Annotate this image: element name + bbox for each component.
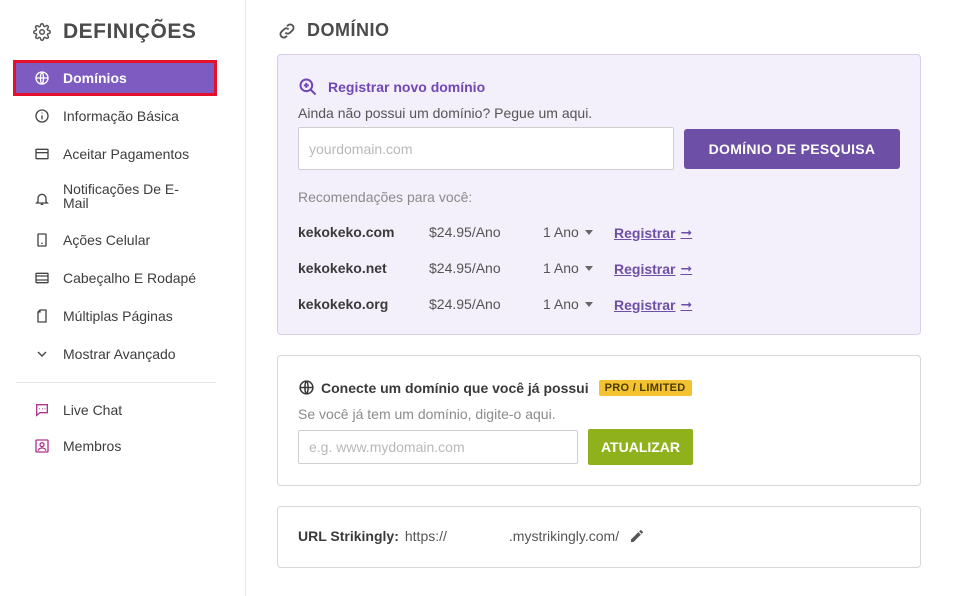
- sidebar-item-mobile-actions[interactable]: Ações Celular: [16, 225, 216, 255]
- list-item: kekokeko.net $24.95/Ano 1 Ano Registrar ➞: [298, 260, 898, 280]
- domain-price: $24.95/Ano: [429, 296, 501, 312]
- chevron-down-icon: [33, 345, 51, 363]
- domain-price: $24.95/Ano: [429, 260, 501, 276]
- domain-price: $24.95/Ano: [429, 224, 501, 240]
- search-plus-icon: [299, 78, 317, 96]
- list-item: kekokeko.org $24.95/Ano 1 Ano Registrar ➞: [298, 296, 898, 316]
- bell-icon: [33, 190, 51, 208]
- register-link-label: Registrar: [614, 224, 676, 241]
- sidebar-item-multiple-pages[interactable]: Múltiplas Páginas: [16, 301, 216, 331]
- sidebar-item-label: Notificações De E-Mail: [63, 181, 179, 211]
- pages-icon: [33, 307, 51, 325]
- sidebar-item-show-advanced[interactable]: Mostrar Avançado: [16, 339, 216, 369]
- sidebar-item-header-footer[interactable]: Cabeçalho E Rodapé: [16, 263, 216, 293]
- term-select[interactable]: 1 Ano: [543, 296, 593, 312]
- register-link-label: Registrar: [614, 296, 676, 313]
- mobile-icon: [33, 231, 51, 249]
- caret-down-icon: [584, 265, 593, 271]
- sidebar: DEFINIÇÕES Domínios Informação Básica Ac…: [0, 0, 246, 596]
- sidebar-item-payments[interactable]: Aceitar Pagamentos: [16, 139, 216, 169]
- term-select[interactable]: 1 Ano: [543, 224, 593, 240]
- sidebar-item-label: Mostrar Avançado: [63, 346, 176, 362]
- url-prefix: https://: [404, 528, 447, 544]
- search-domain-button[interactable]: DOMÍNIO DE PESQUISA: [684, 129, 900, 169]
- sidebar-item-label: Informação Básica: [63, 108, 179, 124]
- register-link-label: Registrar: [614, 260, 676, 277]
- connect-subtitle: Se você já tem um domínio, digite-o aqui…: [298, 406, 556, 422]
- pencil-icon[interactable]: [629, 528, 645, 544]
- caret-down-icon: [584, 301, 593, 307]
- sidebar-item-basic-info[interactable]: Informação Básica: [16, 101, 216, 131]
- register-domain-card: Registrar novo domínio Ainda não possui …: [277, 54, 921, 335]
- page-title-row: DOMÍNIO: [277, 20, 390, 41]
- globe-icon: [33, 69, 51, 87]
- caret-down-icon: [584, 229, 593, 235]
- connect-heading: Conecte um domínio que você já possui: [321, 379, 589, 396]
- sidebar-item-label: Aceitar Pagamentos: [63, 146, 190, 162]
- term-value: 1 Ano: [543, 224, 579, 240]
- sidebar-item-domains[interactable]: Domínios: [13, 60, 217, 96]
- arrow-right-icon: ➞: [680, 224, 693, 240]
- register-heading-row: Registrar novo domínio: [298, 77, 485, 97]
- sidebar-item-live-chat[interactable]: Live Chat: [16, 395, 216, 425]
- custom-domain-input[interactable]: [298, 430, 578, 464]
- strikingly-url-card: URL Strikingly: https:// .mystrikingly.c…: [277, 506, 921, 568]
- url-subdomain-redacted: [446, 529, 509, 543]
- recommended-domain: kekokeko.org: [298, 296, 389, 312]
- arrow-right-icon: ➞: [680, 260, 693, 276]
- sidebar-item-label: Ações Celular: [63, 232, 151, 248]
- sidebar-item-members[interactable]: Membros: [16, 431, 216, 461]
- register-link[interactable]: Registrar ➞: [614, 224, 692, 241]
- header-footer-icon: [33, 269, 51, 287]
- sidebar-item-label: Live Chat: [63, 402, 123, 418]
- settings-header: DEFINIÇÕES: [33, 20, 196, 44]
- term-select[interactable]: 1 Ano: [543, 260, 593, 276]
- register-link[interactable]: Registrar ➞: [614, 296, 692, 313]
- recommendations-label: Recomendações para você:: [298, 189, 473, 205]
- recommended-domain: kekokeko.com: [298, 224, 395, 240]
- page-title: DOMÍNIO: [307, 20, 390, 40]
- chat-icon: [33, 401, 51, 419]
- member-icon: [33, 437, 51, 455]
- info-icon: [33, 107, 51, 125]
- sidebar-item-email-notifications[interactable]: Notificações De E-Mail: [16, 182, 216, 216]
- connect-domain-card: Conecte um domínio que você já possui PR…: [277, 355, 921, 486]
- connect-heading-row: Conecte um domínio que você já possui PR…: [298, 379, 692, 396]
- gear-icon: [33, 23, 51, 41]
- sidebar-item-label: Domínios: [63, 70, 127, 86]
- url-suffix: .mystrikingly.com/: [508, 528, 620, 544]
- link-icon: [279, 23, 295, 38]
- term-value: 1 Ano: [543, 296, 579, 312]
- settings-title: DEFINIÇÕES: [63, 20, 197, 43]
- term-value: 1 Ano: [543, 260, 579, 276]
- list-item: kekokeko.com $24.95/Ano 1 Ano Registrar ➞: [298, 224, 898, 244]
- register-heading: Registrar novo domínio: [328, 79, 486, 95]
- globe-icon: [299, 380, 314, 395]
- strikingly-url-row: URL Strikingly: https:// .mystrikingly.c…: [298, 528, 645, 544]
- sidebar-divider: [16, 382, 216, 383]
- url-label: URL Strikingly:: [298, 528, 399, 544]
- sidebar-item-label: Membros: [63, 438, 122, 454]
- register-subtitle: Ainda não possui um domínio? Pegue um aq…: [298, 105, 593, 121]
- register-link[interactable]: Registrar ➞: [614, 260, 692, 277]
- pro-limited-badge: PRO / LIMITED: [598, 379, 692, 396]
- sidebar-item-label: Múltiplas Páginas: [63, 308, 173, 324]
- card-icon: [33, 145, 51, 163]
- arrow-right-icon: ➞: [680, 296, 693, 312]
- domain-search-input[interactable]: [298, 127, 674, 170]
- update-button[interactable]: ATUALIZAR: [588, 429, 693, 465]
- recommended-domain: kekokeko.net: [298, 260, 387, 276]
- sidebar-item-label: Cabeçalho E Rodapé: [63, 270, 197, 286]
